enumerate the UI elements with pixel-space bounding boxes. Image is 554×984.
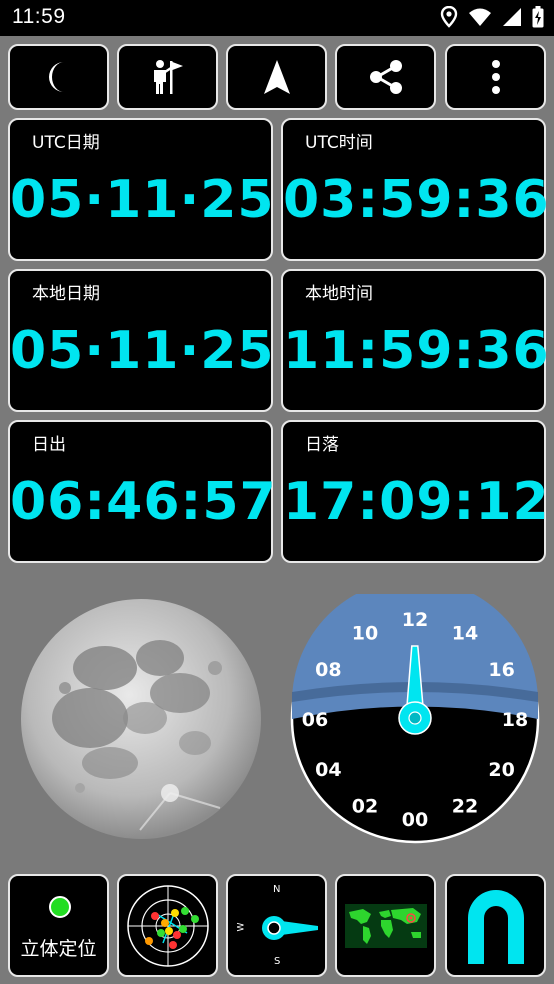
local-time-label: 本地时间 bbox=[305, 284, 373, 304]
night-mode-button[interactable] bbox=[8, 44, 109, 110]
signal-icon bbox=[503, 8, 521, 26]
utc-date-card: UTC日期 05·11·25 bbox=[8, 118, 275, 261]
share-button[interactable] bbox=[335, 44, 436, 110]
fix-status-label: 立体定位 bbox=[20, 938, 97, 960]
compass-west-label: W bbox=[236, 922, 247, 932]
sunset-value: 17:09:12 bbox=[283, 472, 550, 532]
wifi-icon bbox=[469, 8, 491, 26]
explorer-button[interactable] bbox=[117, 44, 218, 110]
more-button[interactable] bbox=[445, 44, 546, 110]
magnet-icon bbox=[467, 889, 524, 964]
dial-hour-label: 08 bbox=[315, 659, 341, 681]
navigation-arrow-icon bbox=[263, 60, 290, 94]
utc-date-value: 05·11·25 bbox=[10, 170, 275, 230]
dial-hour-label: 06 bbox=[302, 709, 328, 731]
world-map-icon bbox=[344, 903, 427, 948]
local-date-card: 本地日期 05·11·25 bbox=[8, 269, 275, 412]
dial-hour-label: 16 bbox=[488, 659, 514, 681]
dial-hour-label: 00 bbox=[402, 809, 428, 831]
more-vert-icon bbox=[491, 60, 500, 94]
utc-time-label: UTC时间 bbox=[305, 133, 373, 153]
compass-south-label: S bbox=[274, 956, 281, 967]
hiker-flag-icon bbox=[153, 60, 183, 94]
sunrise-card: 日出 06:46:57 bbox=[8, 420, 277, 563]
dial-hour-label: 02 bbox=[352, 796, 378, 818]
dial-hour-label: 10 bbox=[352, 622, 378, 644]
local-time-value: 11:59:36 bbox=[283, 321, 550, 381]
moon-icon bbox=[48, 62, 64, 92]
utc-time-card: UTC时间 03:59:36 bbox=[281, 118, 550, 261]
status-icons bbox=[440, 6, 544, 28]
magnet-button[interactable] bbox=[445, 874, 546, 977]
fix-status-button[interactable]: 立体定位 bbox=[8, 874, 109, 977]
sunrise-value: 06:46:57 bbox=[10, 472, 277, 532]
local-date-label: 本地日期 bbox=[32, 284, 100, 304]
navigate-button[interactable] bbox=[226, 44, 327, 110]
battery-icon bbox=[532, 6, 544, 28]
dial-hour-label: 04 bbox=[315, 759, 341, 781]
sunrise-label: 日出 bbox=[32, 435, 66, 455]
share-icon bbox=[369, 60, 402, 94]
dial-hour-label: 14 bbox=[452, 622, 478, 644]
compass-needle-icon bbox=[262, 916, 318, 940]
compass-north-label: N bbox=[273, 884, 281, 895]
daylight-24h-dial: 12 14 16 18 20 22 00 02 04 06 08 10 bbox=[290, 594, 540, 844]
utc-time-value: 03:59:36 bbox=[283, 170, 550, 230]
dial-hour-label: 22 bbox=[452, 796, 478, 818]
world-map-button[interactable] bbox=[335, 874, 436, 977]
fix-status-indicator bbox=[49, 896, 71, 918]
sunset-card: 日落 17:09:12 bbox=[281, 420, 550, 563]
status-time: 11:59 bbox=[12, 5, 66, 28]
moon-phase-image bbox=[21, 599, 261, 839]
local-time-card: 本地时间 11:59:36 bbox=[281, 269, 550, 412]
satellite-sky-button[interactable] bbox=[117, 874, 218, 977]
local-date-value: 05·11·25 bbox=[10, 321, 275, 381]
location-icon bbox=[440, 6, 458, 28]
status-bar: 11:59 bbox=[0, 0, 554, 36]
dial-hour-label: 18 bbox=[502, 709, 528, 731]
compass-button[interactable]: N S W bbox=[226, 874, 327, 977]
utc-date-label: UTC日期 bbox=[32, 133, 100, 153]
dial-hand-pin bbox=[408, 711, 422, 725]
dial-hour-label: 12 bbox=[402, 609, 428, 631]
satellite-sky-plot-icon bbox=[126, 884, 209, 967]
dial-hour-label: 20 bbox=[488, 759, 514, 781]
sunset-label: 日落 bbox=[305, 435, 339, 455]
